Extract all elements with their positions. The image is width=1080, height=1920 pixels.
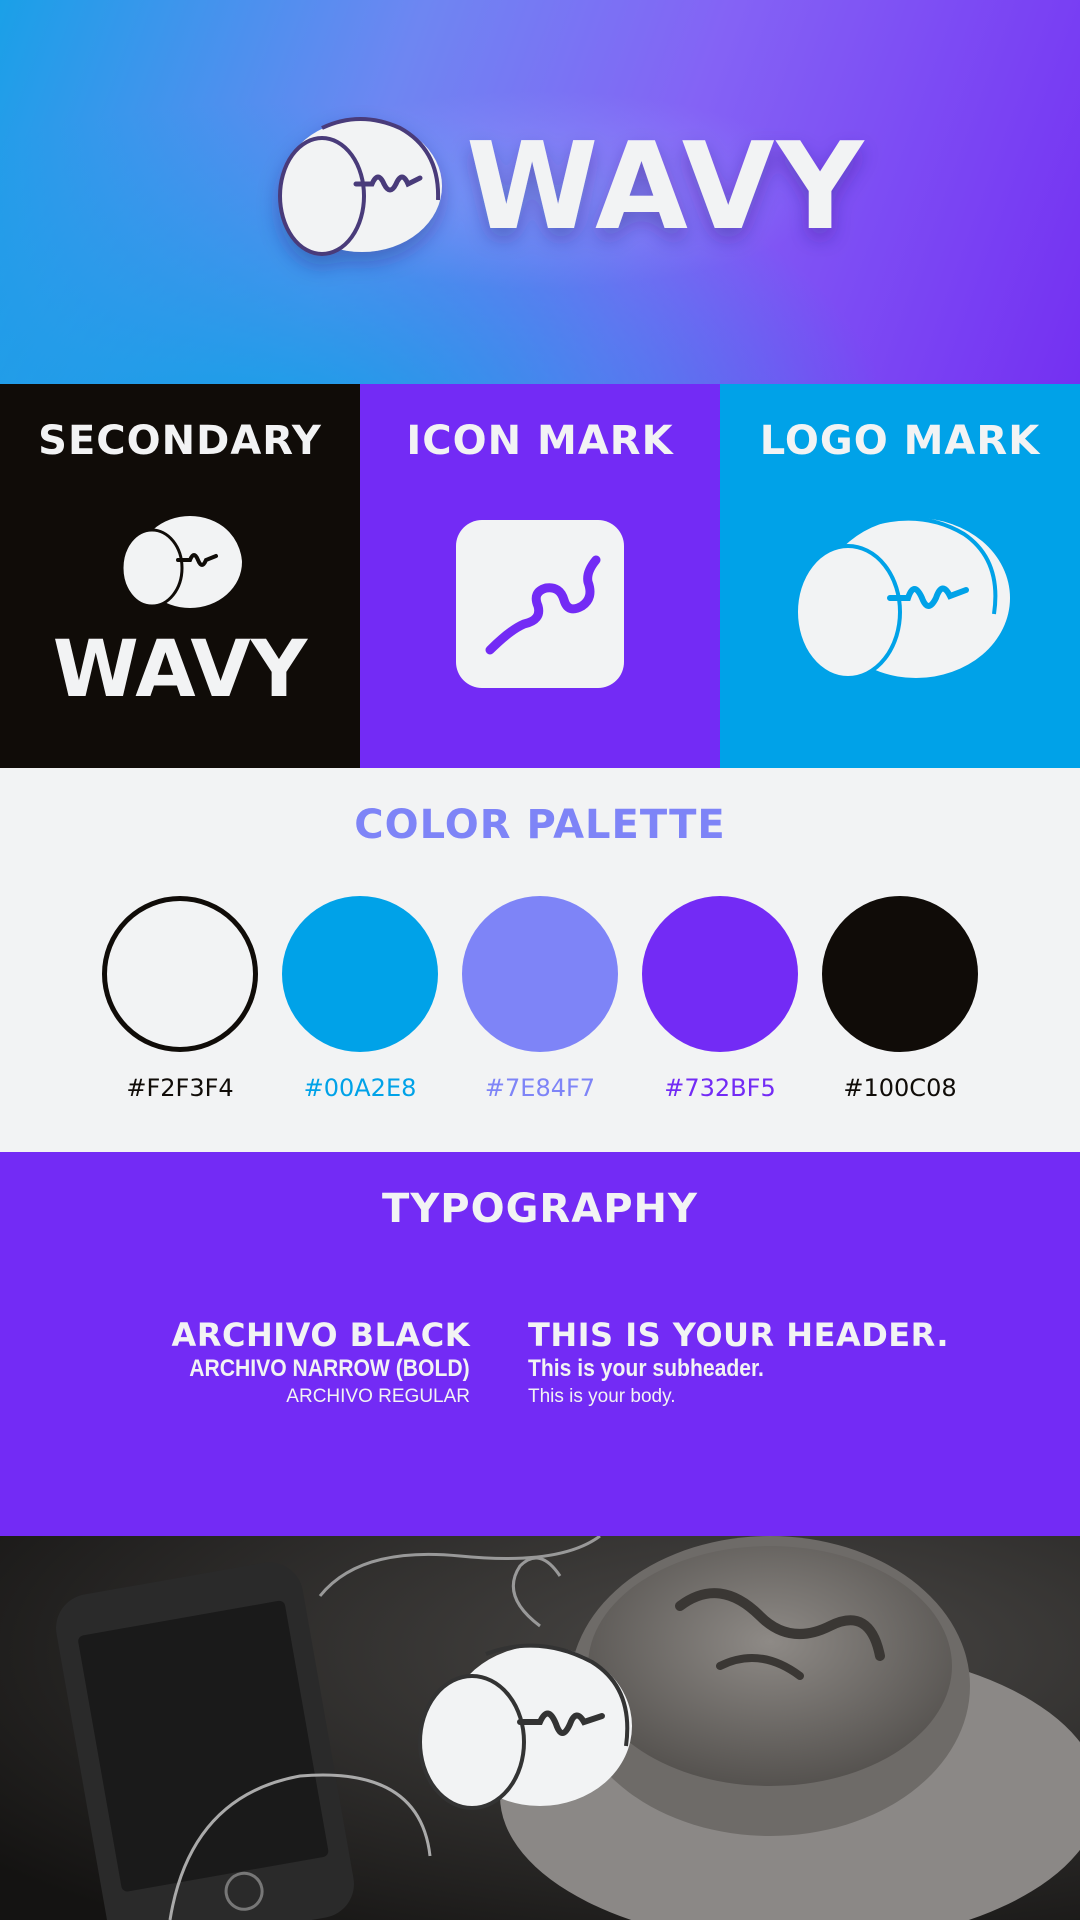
secondary-logo: WAVY [53, 511, 309, 715]
swatch-circle [282, 896, 438, 1052]
swatch-hex: #F2F3F4 [126, 1074, 234, 1102]
swatch: #00A2E8 [270, 896, 450, 1102]
coffee-phone-photo [0, 1536, 1080, 1920]
hero-banner: WAVY [0, 0, 1080, 384]
swatch-hex: #732BF5 [664, 1074, 776, 1102]
sample-subheader: This is your subheader. [528, 1355, 764, 1382]
headphone-head-icon: WAVY [278, 117, 866, 257]
sample-header: THIS IS YOUR HEADER. [528, 1316, 950, 1354]
font-name-black: ARCHIVO BLACK [171, 1316, 470, 1354]
headphone-head-icon [794, 516, 1010, 680]
swatch-circle [642, 896, 798, 1052]
logo-mark [794, 516, 1010, 680]
logo-variations: SECONDARY WAVY ICON MARK LOGO MARK [0, 384, 1080, 768]
font-samples: THIS IS YOUR HEADER. This is your subhea… [528, 1316, 949, 1410]
panel-icon-mark: ICON MARK [360, 384, 720, 768]
coffee-surface [588, 1546, 952, 1786]
color-palette: COLOR PALETTE #F2F3F4 #00A2E8 #7E84F7 #7… [0, 768, 1080, 1152]
swatch-circle [462, 896, 618, 1052]
section-title: COLOR PALETTE [354, 802, 726, 848]
panel-logo-mark: LOGO MARK [720, 384, 1080, 768]
swatch-hex: #7E84F7 [484, 1074, 596, 1102]
section-title: TYPOGRAPHY [382, 1186, 698, 1232]
swatch-hex: #100C08 [843, 1074, 957, 1102]
swatch-circle [822, 896, 978, 1052]
swatch-circle [102, 896, 258, 1052]
swatch: #100C08 [810, 896, 990, 1102]
font-name-regular: ARCHIVO REGULAR [286, 1386, 470, 1407]
hero-logo: WAVY [278, 117, 866, 257]
swatch-hex: #00A2E8 [303, 1074, 417, 1102]
font-names: ARCHIVO BLACK ARCHIVO NARROW (BOLD) ARCH… [151, 1316, 470, 1410]
mockup-photo [0, 1536, 1080, 1920]
swatch: #732BF5 [630, 896, 810, 1102]
panel-secondary: SECONDARY WAVY [0, 384, 360, 768]
icon-mark [456, 520, 624, 688]
svg-text:WAVY: WAVY [466, 118, 866, 257]
swatch: #F2F3F4 [90, 896, 270, 1102]
svg-text:WAVY: WAVY [53, 625, 309, 715]
sample-body: This is your body. [528, 1386, 676, 1407]
headphone-head-icon [120, 511, 246, 608]
swatch: #7E84F7 [450, 896, 630, 1102]
typography: TYPOGRAPHY ARCHIVO BLACK ARCHIVO NARROW … [0, 1152, 1080, 1536]
font-name-narrow: ARCHIVO NARROW (BOLD) [189, 1355, 470, 1382]
